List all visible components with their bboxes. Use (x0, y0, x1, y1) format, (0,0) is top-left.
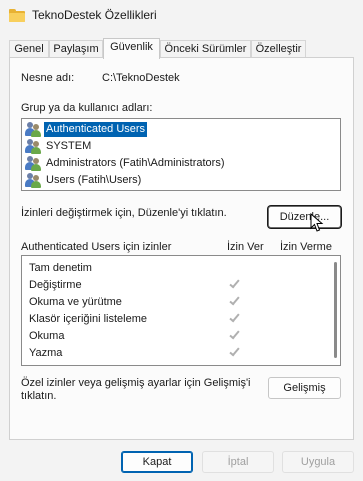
permission-row: Okuma ve yürütme (22, 294, 328, 311)
groups-listbox[interactable]: Authenticated Users SYSTEM Administrator… (21, 118, 341, 191)
check-icon (229, 345, 241, 358)
permission-name: Değiştirme (29, 279, 82, 291)
allow-column-header: İzin Ver (227, 241, 264, 253)
window-title: TeknoDestek Özellikleri (32, 8, 157, 22)
permissions-list[interactable]: Tam denetim Değiştirme Okuma ve yürütme … (21, 255, 341, 366)
tab-general[interactable]: Genel (9, 40, 49, 58)
close-button[interactable]: Kapat (121, 451, 193, 473)
check-icon (229, 294, 241, 307)
permission-row: Yazma (22, 345, 328, 362)
scrollbar[interactable] (334, 262, 337, 358)
tab-security[interactable]: Güvenlik (103, 38, 160, 59)
properties-dialog: TeknoDestek Özellikleri Genel Paylaşım G… (0, 0, 363, 481)
permission-name: Okuma ve yürütme (29, 296, 122, 308)
users-icon (25, 156, 41, 171)
object-name-label: Nesne adı: (21, 72, 75, 84)
permission-row: Değiştirme (22, 277, 328, 294)
permissions-title: Authenticated Users için izinler (21, 241, 172, 253)
permission-name: Yazma (29, 347, 63, 359)
object-name-value: C:\TeknoDestek (102, 72, 180, 84)
list-item-label: Users (Fatih\Users) (46, 174, 142, 186)
advanced-hint-line2: tıklatın. (21, 390, 57, 402)
permission-row: Okuma (22, 328, 328, 345)
permission-name: Tam denetim (29, 262, 92, 274)
list-item-authenticated-users[interactable]: Authenticated Users (25, 121, 338, 138)
check-icon (229, 277, 241, 290)
tab-previous-versions[interactable]: Önceki Sürümler (160, 40, 251, 58)
cancel-button[interactable]: İptal (202, 451, 274, 473)
advanced-button[interactable]: Gelişmiş (268, 377, 341, 399)
deny-column-header: İzin Verme (280, 241, 332, 253)
users-icon (25, 173, 41, 188)
permission-row: Tam denetim (22, 260, 328, 277)
advanced-hint-line1: Özel izinler veya gelişmiş ayarlar için … (21, 377, 251, 389)
title-bar[interactable]: TeknoDestek Özellikleri (0, 0, 363, 32)
check-icon (229, 311, 241, 324)
edit-button[interactable]: Düzenle... (268, 206, 341, 228)
list-item-label: Administrators (Fatih\Administrators) (46, 157, 225, 169)
tab-sharing[interactable]: Paylaşım (49, 40, 103, 58)
users-icon (25, 139, 41, 154)
permission-name: Klasör içeriğini listeleme (29, 313, 147, 325)
mouse-cursor-icon (310, 213, 324, 232)
users-icon (25, 122, 41, 137)
list-item-system[interactable]: SYSTEM (25, 138, 338, 155)
tab-customize[interactable]: Özelleştir (251, 40, 306, 58)
apply-button[interactable]: Uygula (282, 451, 354, 473)
list-item-administrators[interactable]: Administrators (Fatih\Administrators) (25, 155, 338, 172)
list-item-users[interactable]: Users (Fatih\Users) (25, 172, 338, 189)
permission-row: Klasör içeriğini listeleme (22, 311, 328, 328)
check-icon (229, 328, 241, 341)
security-panel: Nesne adı: C:\TeknoDestek Grup ya da kul… (9, 57, 354, 440)
list-item-label: SYSTEM (46, 140, 92, 152)
groups-label: Grup ya da kullanıcı adları: (21, 102, 153, 114)
permission-name: Okuma (29, 330, 65, 342)
folder-icon (9, 9, 25, 22)
edit-hint: İzinleri değiştirmek için, Düzenle'yi tı… (21, 207, 227, 219)
list-item-label: Authenticated Users (44, 122, 148, 137)
